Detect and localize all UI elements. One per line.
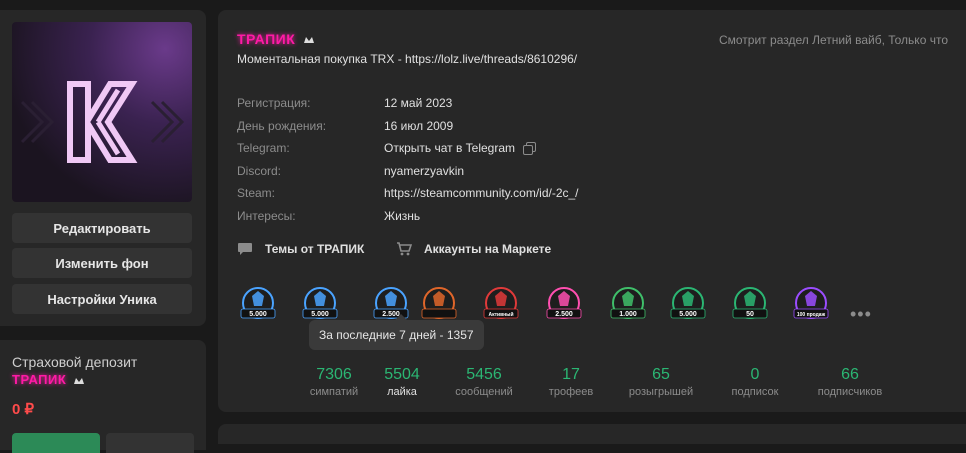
trophy-label: 5.000 [679,311,697,318]
trophy-label: 5.000 [311,311,329,318]
deposit-secondary-button[interactable] [106,433,194,453]
sales-trophy-icon[interactable]: 100 продаж [791,284,831,324]
unique-badge-icon [74,377,85,384]
threads-link-label: Темы от ТРАПИК [265,242,365,256]
stat-value: 5504 [384,366,420,383]
deposit-panel: Страховой депозит ТРАПИК 0 ₽ [0,340,206,453]
copy-icon[interactable] [523,142,537,156]
left-column: Редактировать Изменить фон Настройки Уни… [0,0,206,453]
info-label: Регистрация: [237,96,311,110]
deposit-username[interactable]: ТРАПИК [12,372,85,387]
like-1000-trophy-icon[interactable]: 1.000 [608,284,648,324]
market-link-label: Аккаунты на Маркете [424,242,552,256]
stat-likes[interactable]: 5504 лайка [384,366,420,398]
stat-giveaways[interactable]: 65 розыгрышей [629,366,693,398]
helmet-trophy-icon[interactable] [419,284,459,324]
stat-value: 0 [750,366,760,383]
deposit-add-button[interactable] [12,433,100,453]
trophy-label: 2.500 [555,311,573,318]
trophy-label: 50 [746,311,754,318]
stat-sympathies[interactable]: 7306 симпатий [310,366,358,398]
info-label: Steam: [237,186,276,200]
info-value: nyamerzyavkin [384,163,465,178]
telegram-link[interactable]: Открыть чат в Telegram [384,141,515,155]
info-label: День рождения: [237,118,327,133]
stat-label: лайка [387,386,417,398]
stat-label: подписок [731,386,779,398]
change-background-button[interactable]: Изменить фон [12,248,192,278]
stat-label: симпатий [309,386,359,398]
chat-icon [238,243,252,255]
steam-link[interactable]: https://steamcommunity.com/id/-2c_/ [384,186,579,200]
likes-tooltip: За последние 7 дней - 1357 [309,314,484,350]
info-value: 16 июл 2009 [384,118,454,133]
avatar[interactable] [12,22,192,202]
stat-trophies[interactable]: 17 трофеев [549,366,593,398]
stat-label: подписчиков [817,386,883,398]
k-logo-icon [20,81,185,163]
trophy-label: 100 продаж [797,312,826,318]
profile-username-text: ТРАПИК [237,31,296,47]
avatar-panel: Редактировать Изменить фон Настройки Уни… [0,10,206,326]
stat-value: 7306 [316,366,352,383]
viewing-status: Смотрит раздел Летний вайб, Только что [718,33,948,47]
market-link[interactable]: Аккаунты на Маркете [396,242,551,256]
telegram-link-row: Открыть чат в Telegram [384,141,537,156]
info-label: Discord: [237,163,282,178]
threads-link[interactable]: Темы от ТРАПИК [237,242,364,256]
stat-value: 17 [562,366,580,383]
stat-subscriptions[interactable]: 0 подписок [732,366,779,398]
cart-icon [397,242,412,256]
trophy-label: 1.000 [619,311,637,318]
next-panel [218,424,966,444]
info-value: Жизнь [384,208,421,223]
profile-status: Моментальная покупка TRX - https://lolz.… [237,52,578,66]
info-label: Telegram: [237,141,290,155]
unique-badge-icon [303,37,314,44]
stat-label: трофеев [548,386,594,398]
messages-5000-trophy-icon[interactable]: 5.000 [300,284,340,324]
deposit-amount: 0 ₽ [12,401,35,418]
info-label: Интересы: [237,208,296,223]
stat-value: 66 [841,366,859,383]
active-trophy-icon[interactable]: Активный [481,284,521,324]
like-2500-trophy-icon[interactable]: 2.500 [544,284,584,324]
heart-5000-trophy-icon[interactable]: 5.000 [668,284,708,324]
trophy-label: 5.000 [249,311,267,318]
referrals-50-trophy-icon[interactable]: 50 [730,284,770,324]
unique-settings-button[interactable]: Настройки Уника [12,284,192,314]
edit-button[interactable]: Редактировать [12,213,192,243]
profile-stats: 7306 симпатий 5504 лайка 5456 сообщений … [218,366,966,406]
like-5000-trophy-icon[interactable]: 5.000 [238,284,278,324]
profile-username[interactable]: ТРАПИК [237,31,315,47]
deposit-username-text: ТРАПИК [12,372,67,387]
trophy-label: Активный [488,311,513,318]
profile-panel: ТРАПИК Моментальная покупка TRX - https:… [218,10,966,412]
stat-value: 65 [652,366,670,383]
stat-label: сообщений [455,386,513,398]
deposit-title: Страховой депозит [12,354,138,370]
info-value: 12 май 2023 [384,96,453,110]
stat-messages[interactable]: 5456 сообщений [455,366,513,398]
stat-value: 5456 [466,366,502,383]
stat-label: розыгрышей [628,386,694,398]
stat-followers[interactable]: 66 подписчиков [818,366,883,398]
more-trophies-icon[interactable]: ••• [850,304,872,325]
